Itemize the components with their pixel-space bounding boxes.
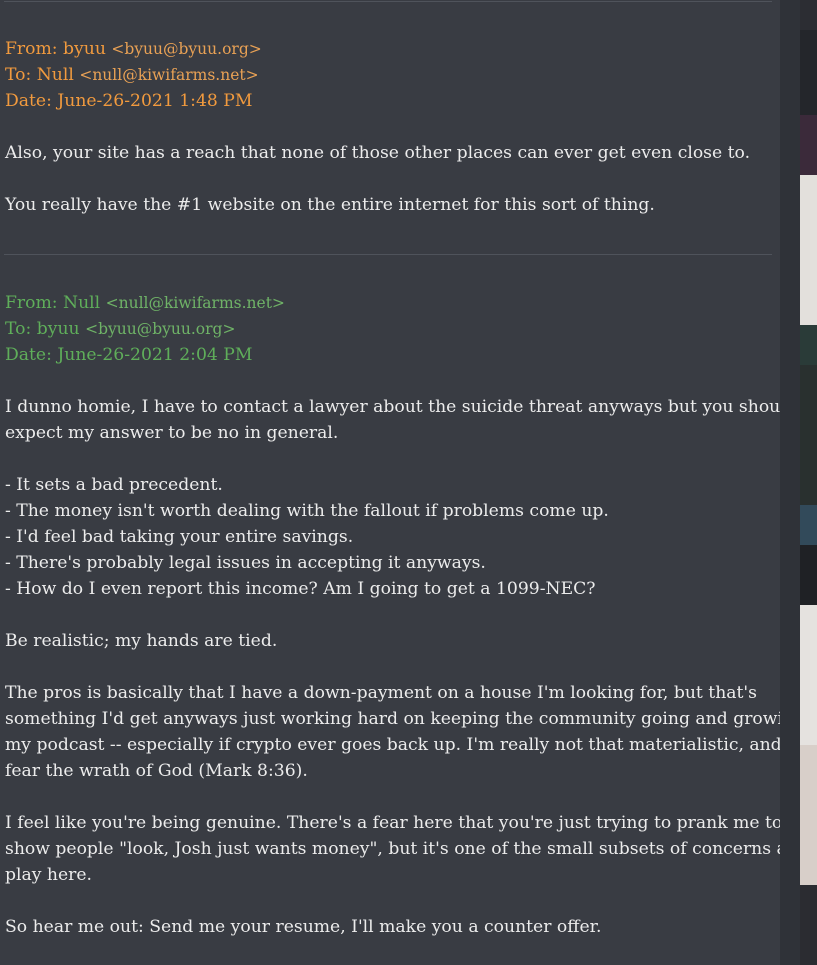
email-1-header: From: byuu <byuu@byuu.org> To: Null <nul…: [5, 36, 775, 114]
email-2-from: From: Null <null@kiwifarms.net>: [5, 290, 775, 316]
email-2-to: To: byuu <byuu@byuu.org>: [5, 316, 775, 342]
body-line: I feel like you're being genuine. There'…: [5, 813, 780, 833]
from-name: Null: [63, 293, 101, 313]
from-label: From:: [5, 293, 58, 313]
email-thread-page: From: byuu <byuu@byuu.org> To: Null <nul…: [0, 0, 817, 965]
body-line: So hear me out: Send me your resume, I'l…: [5, 917, 602, 937]
to-address[interactable]: <null@kiwifarms.net>: [79, 66, 258, 84]
from-address[interactable]: <byuu@byuu.org>: [111, 40, 261, 58]
email-1-paragraph: You really have the #1 website on the en…: [5, 195, 655, 215]
to-label: To:: [5, 319, 32, 339]
from-label: From:: [5, 39, 58, 59]
bullet-item: - I'd feel bad taking your entire saving…: [5, 527, 354, 547]
email-divider: [4, 254, 772, 255]
from-address[interactable]: <null@kiwifarms.net>: [106, 294, 285, 312]
bullet-item: - How do I even report this income? Am I…: [5, 579, 596, 599]
to-address[interactable]: <byuu@byuu.org>: [85, 320, 235, 338]
body-line: Be realistic; my hands are tied.: [5, 631, 278, 651]
body-line: show people "look, Josh just wants money…: [5, 839, 780, 859]
email-thread: From: byuu <byuu@byuu.org> To: Null <nul…: [0, 0, 780, 965]
email-1-paragraph: Also, your site has a reach that none of…: [5, 143, 751, 163]
email-1-date: Date: June-26-2021 1:48 PM: [5, 91, 253, 111]
body-line: The pros is basically that I have a down…: [5, 683, 757, 703]
bullet-item: - There's probably legal issues in accep…: [5, 553, 486, 573]
body-line: expect my answer to be no in general.: [5, 423, 339, 443]
bullet-item: - It sets a bad precedent.: [5, 475, 223, 495]
background-art-strip: [800, 0, 817, 965]
body-line: play here.: [5, 865, 93, 885]
body-line: fear the wrath of God (Mark 8:36).: [5, 761, 308, 781]
top-divider: [4, 1, 772, 2]
from-name: byuu: [63, 39, 106, 59]
email-2-date: Date: June-26-2021 2:04 PM: [5, 345, 253, 365]
to-label: To:: [5, 65, 32, 85]
email-2-header: From: Null <null@kiwifarms.net> To: byuu…: [5, 290, 775, 368]
to-name: Null: [36, 65, 74, 85]
email-1-body: Also, your site has a reach that none of…: [5, 140, 775, 218]
bullet-item: - The money isn't worth dealing with the…: [5, 501, 609, 521]
body-line: I dunno homie, I have to contact a lawye…: [5, 397, 780, 417]
body-line: my podcast -- especially if crypto ever …: [5, 735, 780, 755]
body-line: something I'd get anyways just working h…: [5, 709, 780, 729]
to-name: byuu: [36, 319, 80, 339]
content-edge: [780, 0, 800, 965]
email-2-body: I dunno homie, I have to contact a lawye…: [5, 394, 780, 940]
email-1-to: To: Null <null@kiwifarms.net>: [5, 62, 775, 88]
email-1-from: From: byuu <byuu@byuu.org>: [5, 36, 775, 62]
